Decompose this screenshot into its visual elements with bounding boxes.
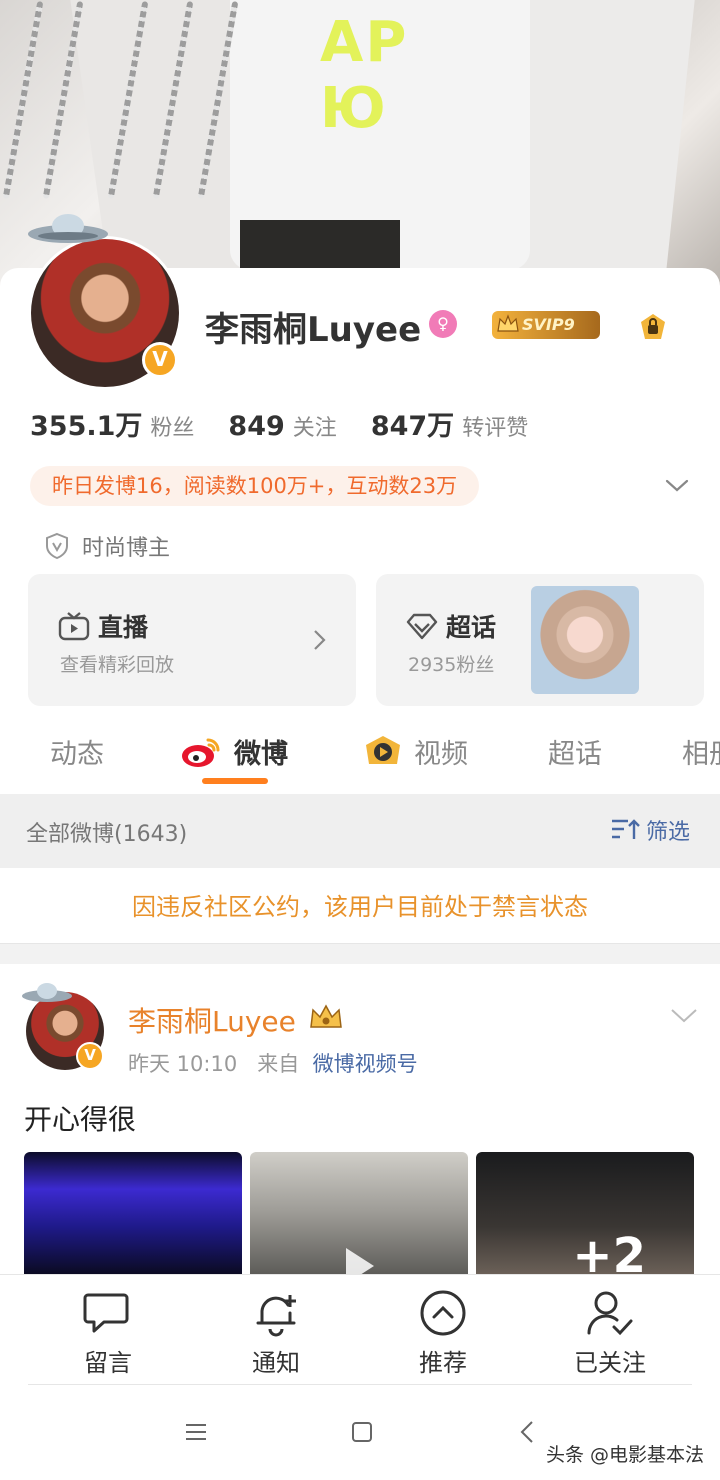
chevron-down-icon[interactable] — [670, 1006, 698, 1026]
topic-sub: 2935粉丝 — [408, 654, 495, 676]
active-tab-indicator — [202, 778, 268, 784]
filter-label: 筛选 — [646, 820, 691, 845]
stat-label: 转评赞 — [462, 416, 529, 441]
stat-num: 355.1万 — [30, 411, 143, 442]
verified-badge-icon: V — [142, 342, 178, 378]
stat-interactions[interactable]: 847万 转评赞 — [371, 404, 528, 443]
profile-username: 李雨桐Luyee — [205, 310, 422, 350]
stat-num: 847万 — [370, 411, 455, 442]
bottom-label: 留言 — [84, 1349, 132, 1377]
play-icon — [346, 1248, 374, 1276]
tab-label: 动态 — [50, 739, 104, 770]
tab-dynamics[interactable]: 动态 — [50, 732, 104, 771]
shield-v-icon — [46, 532, 68, 560]
cover-chain — [2, 0, 44, 200]
crown-icon — [497, 314, 519, 332]
bottom-label: 推荐 — [419, 1349, 467, 1377]
bell-plus-icon — [256, 1295, 296, 1337]
post-image[interactable]: +2 — [476, 1152, 694, 1276]
message-icon — [83, 1293, 129, 1333]
profile-stats: 355.1万 粉丝 849 关注 847万 转评赞 — [30, 404, 528, 443]
weibo-post[interactable]: V 李雨桐Luyee 昨天 10:10 来自 微博视频号 开心得很 +2 — [0, 964, 720, 1284]
post-image[interactable] — [250, 1152, 468, 1276]
female-icon: ♀ — [429, 310, 457, 338]
diamond-icon — [406, 613, 438, 640]
tab-label: 超话 — [548, 739, 602, 770]
post-author-name[interactable]: 李雨桐Luyee — [128, 1000, 296, 1040]
post-from-label: 来自 — [257, 1052, 300, 1076]
crown-badge-icon — [310, 1004, 342, 1028]
stat-followers[interactable]: 355.1万 粉丝 — [30, 404, 194, 443]
post-source-link[interactable]: 微博视频号 — [313, 1052, 418, 1076]
stat-following[interactable]: 849 关注 — [228, 410, 336, 442]
user-check-icon — [587, 1291, 633, 1336]
cover-chain — [42, 0, 84, 200]
divider — [28, 1384, 692, 1385]
menu-icon[interactable] — [184, 1420, 208, 1444]
notify-button[interactable]: 通知 — [216, 1287, 336, 1378]
more-images-count: +2 — [572, 1228, 646, 1276]
post-image[interactable] — [24, 1152, 242, 1276]
ufo-decoration-icon — [28, 214, 108, 243]
video-play-icon — [366, 735, 400, 764]
post-time: 昨天 10:10 — [128, 1052, 238, 1076]
ufo-decoration-icon — [22, 983, 72, 1002]
chevron-up-circle-icon — [420, 1290, 466, 1336]
section-divider — [0, 944, 720, 964]
chevron-right-icon — [314, 630, 326, 650]
tab-supertopic[interactable]: 超话 — [548, 732, 602, 771]
post-text: 开心得很 — [24, 1103, 137, 1136]
supertopic-entry-card[interactable]: 超话 2935粉丝 — [376, 574, 704, 706]
verified-badge-icon: V — [76, 1042, 104, 1070]
filter-bar: 全部微博(1643) 筛选 — [0, 794, 720, 868]
tab-video[interactable]: 视频 — [362, 732, 468, 771]
bottom-action-bar: 留言 通知 推荐 已关注 — [0, 1274, 720, 1386]
stat-num: 849 — [228, 411, 285, 442]
tv-icon — [58, 612, 90, 641]
bottom-label: 已关注 — [574, 1349, 646, 1377]
tab-label: 相册 — [682, 739, 720, 770]
tab-weibo[interactable]: 微博 — [180, 732, 288, 771]
home-square-icon[interactable] — [350, 1420, 374, 1444]
chevron-down-icon[interactable] — [664, 472, 690, 498]
live-title-text: 直播 — [98, 613, 149, 642]
profile-tabs: 动态 微博 视频 超话 相册 — [0, 718, 720, 794]
stat-label: 粉丝 — [150, 416, 195, 441]
post-images: +2 — [24, 1152, 696, 1276]
filter-icon — [612, 819, 640, 839]
watermark: 头条 @电影基本法 — [545, 1444, 704, 1466]
cover-print-text: AP Ю — [320, 10, 409, 141]
filter-button[interactable]: 筛选 — [610, 814, 690, 846]
live-entry-card[interactable]: 直播 查看精彩回放 — [28, 574, 356, 706]
topic-title: 超话 — [406, 608, 496, 644]
topic-title-text: 超话 — [446, 613, 497, 642]
tab-label: 视频 — [414, 739, 468, 770]
supertopic-thumbnail — [531, 586, 639, 694]
profile-tagline: 时尚博主 — [44, 530, 170, 562]
back-icon[interactable] — [516, 1420, 540, 1444]
bottom-label: 通知 — [252, 1349, 300, 1377]
weibo-logo-icon — [182, 738, 220, 767]
live-title: 直播 — [58, 608, 148, 644]
tagline-text: 时尚博主 — [82, 536, 171, 561]
post-meta: 昨天 10:10 来自 微博视频号 — [128, 1048, 418, 1078]
svip-label: SVIP9 — [522, 315, 575, 334]
live-sub: 查看精彩回放 — [60, 654, 175, 676]
weibo-count: 全部微博(1643) — [26, 822, 188, 847]
svip-badge[interactable]: SVIP9 — [492, 311, 600, 339]
following-button[interactable]: 已关注 — [550, 1287, 670, 1378]
stat-label: 关注 — [292, 416, 337, 441]
activity-highlight[interactable]: 昨日发博16，阅读数100万+，互动数23万 — [30, 466, 480, 506]
ban-notice: 因违反社区公约，该用户目前处于禁言状态 — [0, 868, 720, 944]
recommend-button[interactable]: 推荐 — [383, 1287, 503, 1378]
tab-label: 微博 — [234, 739, 288, 770]
message-button[interactable]: 留言 — [48, 1287, 168, 1378]
tab-album[interactable]: 相册 — [682, 732, 720, 771]
lock-badge-icon[interactable] — [638, 312, 668, 342]
